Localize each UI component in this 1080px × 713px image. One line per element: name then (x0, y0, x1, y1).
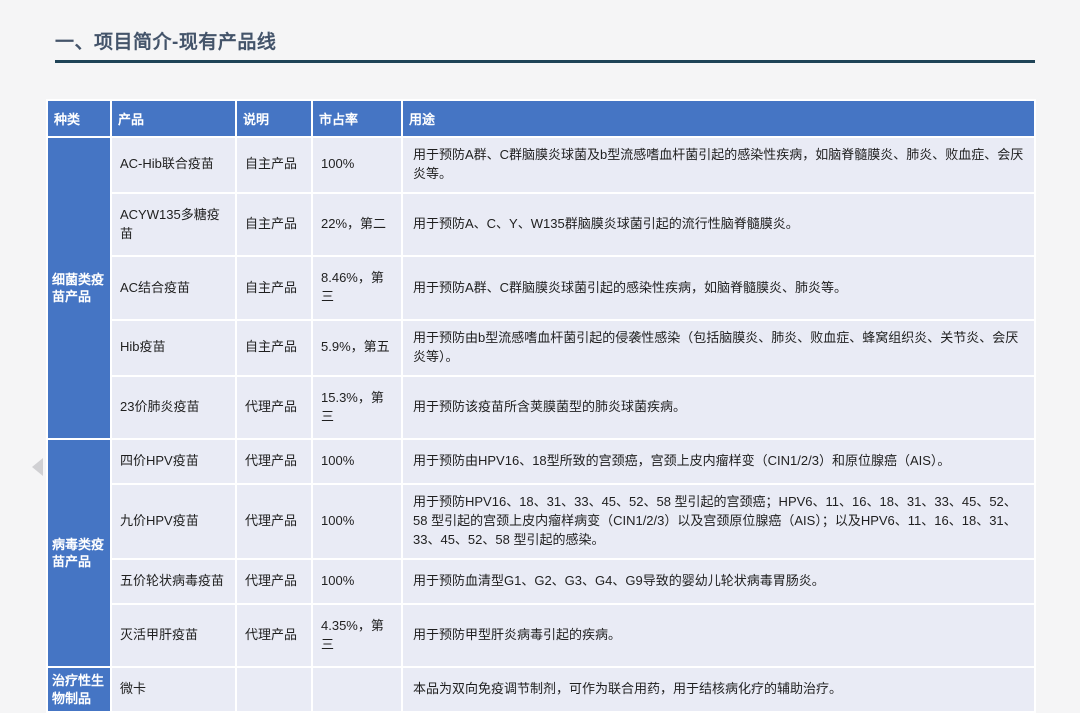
page-title: 一、项目简介-现有产品线 (55, 27, 276, 54)
table-body: 细菌类疫苗产品AC-Hib联合疫苗自主产品100%用于预防A群、C群脑膜炎球菌及… (48, 138, 1034, 711)
market-share-cell (313, 668, 401, 711)
usage-cell: 用于预防A群、C群脑膜炎球菌及b型流感嗜血杆菌引起的感染性疾病，如脑脊髓膜炎、肺… (403, 138, 1034, 192)
product-cell: 五价轮状病毒疫苗 (112, 560, 235, 603)
table-header: 种类 产品 说明 市占率 用途 (48, 101, 1034, 136)
description-cell: 代理产品 (237, 440, 311, 483)
category-cell: 细菌类疫苗产品 (48, 138, 110, 438)
usage-cell: 用于预防由HPV16、18型所致的宫颈癌，宫颈上皮内瘤样变（CIN1/2/3）和… (403, 440, 1034, 483)
description-cell (237, 668, 311, 711)
usage-cell: 用于预防该疫苗所含荚膜菌型的肺炎球菌疾病。 (403, 377, 1034, 439)
product-cell: 四价HPV疫苗 (112, 440, 235, 483)
description-cell: 代理产品 (237, 605, 311, 667)
column-header-category: 种类 (48, 101, 110, 136)
market-share-cell: 15.3%，第三 (313, 377, 401, 439)
table-row: 细菌类疫苗产品AC-Hib联合疫苗自主产品100%用于预防A群、C群脑膜炎球菌及… (48, 138, 1034, 192)
usage-cell: 用于预防A群、C群脑膜炎球菌引起的感染性疾病，如脑脊髓膜炎、肺炎等。 (403, 257, 1034, 319)
description-cell: 自主产品 (237, 321, 311, 375)
category-cell: 治疗性生物制品 (48, 668, 110, 711)
product-cell: Hib疫苗 (112, 321, 235, 375)
market-share-cell: 5.9%，第五 (313, 321, 401, 375)
table-row: 治疗性生物制品微卡 本品为双向免疫调节制剂，可作为联合用药，用于结核病化疗的辅助治… (48, 668, 1034, 711)
product-table: 种类 产品 说明 市占率 用途 细菌类疫苗产品AC-Hib联合疫苗自主产品100… (46, 99, 1036, 713)
product-cell: 九价HPV疫苗 (112, 485, 235, 558)
product-cell: 微卡 (112, 668, 235, 711)
description-cell: 代理产品 (237, 560, 311, 603)
market-share-cell: 100% (313, 440, 401, 483)
market-share-cell: 4.35%，第三 (313, 605, 401, 667)
description-cell: 代理产品 (237, 377, 311, 439)
market-share-cell: 100% (313, 138, 401, 192)
table-row: ACYW135多糖疫苗自主产品22%，第二用于预防A、C、Y、W135群脑膜炎球… (48, 194, 1034, 256)
market-share-cell: 22%，第二 (313, 194, 401, 256)
slide: 一、项目简介-现有产品线 种类 产品 说明 市占率 用途 细菌类疫苗产品AC-H… (0, 0, 1080, 612)
column-header-usage: 用途 (403, 101, 1034, 136)
usage-cell: 用于预防甲型肝炎病毒引起的疾病。 (403, 605, 1034, 667)
table-row: 灭活甲肝疫苗代理产品4.35%，第三用于预防甲型肝炎病毒引起的疾病。 (48, 605, 1034, 667)
product-cell: AC结合疫苗 (112, 257, 235, 319)
usage-cell: 用于预防HPV16、18、31、33、45、52、58 型引起的宫颈癌；HPV6… (403, 485, 1034, 558)
title-underline (55, 60, 1035, 63)
table-row: 病毒类疫苗产品四价HPV疫苗代理产品100%用于预防由HPV16、18型所致的宫… (48, 440, 1034, 483)
product-cell: 23价肺炎疫苗 (112, 377, 235, 439)
product-cell: 灭活甲肝疫苗 (112, 605, 235, 667)
table-row: Hib疫苗自主产品5.9%，第五用于预防由b型流感嗜血杆菌引起的侵袭性感染（包括… (48, 321, 1034, 375)
table-row: 五价轮状病毒疫苗代理产品100%用于预防血清型G1、G2、G3、G4、G9导致的… (48, 560, 1034, 603)
table-row: AC结合疫苗自主产品8.46%，第三用于预防A群、C群脑膜炎球菌引起的感染性疾病… (48, 257, 1034, 319)
description-cell: 自主产品 (237, 257, 311, 319)
usage-cell: 用于预防A、C、Y、W135群脑膜炎球菌引起的流行性脑脊髓膜炎。 (403, 194, 1034, 256)
description-cell: 自主产品 (237, 194, 311, 256)
market-share-cell: 100% (313, 560, 401, 603)
category-cell: 病毒类疫苗产品 (48, 440, 110, 666)
usage-cell: 用于预防血清型G1、G2、G3、G4、G9导致的婴幼儿轮状病毒胃肠炎。 (403, 560, 1034, 603)
column-header-market-share: 市占率 (313, 101, 401, 136)
usage-cell: 用于预防由b型流感嗜血杆菌引起的侵袭性感染（包括脑膜炎、肺炎、败血症、蜂窝组织炎… (403, 321, 1034, 375)
column-header-description: 说明 (237, 101, 311, 136)
table-row: 九价HPV疫苗代理产品100%用于预防HPV16、18、31、33、45、52、… (48, 485, 1034, 558)
usage-cell: 本品为双向免疫调节制剂，可作为联合用药，用于结核病化疗的辅助治疗。 (403, 668, 1034, 711)
previous-arrow-icon[interactable] (32, 458, 43, 476)
header-row: 种类 产品 说明 市占率 用途 (48, 101, 1034, 136)
description-cell: 自主产品 (237, 138, 311, 192)
market-share-cell: 100% (313, 485, 401, 558)
market-share-cell: 8.46%，第三 (313, 257, 401, 319)
product-cell: AC-Hib联合疫苗 (112, 138, 235, 192)
description-cell: 代理产品 (237, 485, 311, 558)
table-row: 23价肺炎疫苗代理产品15.3%，第三用于预防该疫苗所含荚膜菌型的肺炎球菌疾病。 (48, 377, 1034, 439)
column-header-product: 产品 (112, 101, 235, 136)
product-cell: ACYW135多糖疫苗 (112, 194, 235, 256)
